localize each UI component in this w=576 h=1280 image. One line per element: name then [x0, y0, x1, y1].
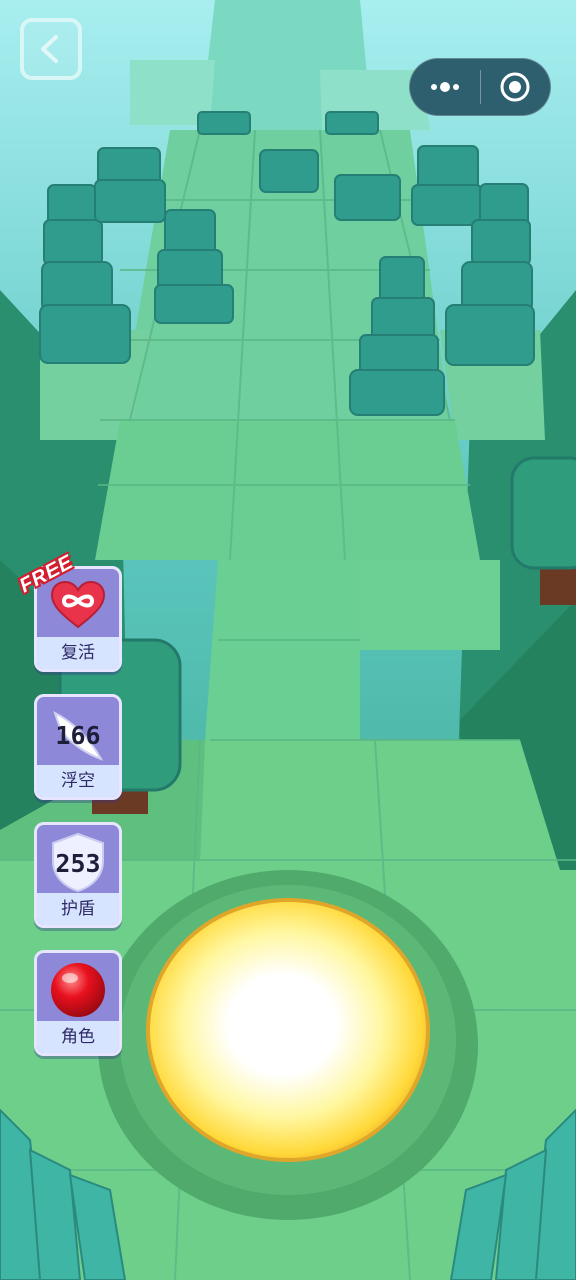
character-label: 角色 — [37, 1021, 119, 1053]
red-ball-icon — [51, 963, 105, 1017]
miniprogram-capsule — [409, 58, 551, 116]
float-label: 浮空 — [37, 765, 119, 797]
character-button[interactable]: 角色 — [34, 950, 122, 1056]
infinity-heart-icon — [50, 581, 106, 629]
character-icon-area — [37, 953, 119, 1027]
back-button[interactable] — [20, 18, 82, 80]
more-dots-icon — [430, 82, 459, 92]
float-powerup-button[interactable]: 166 浮空 — [34, 694, 122, 800]
revive-label: 复活 — [37, 637, 119, 669]
shield-count: 253 — [55, 849, 101, 878]
shield-label: 护盾 — [37, 893, 119, 925]
float-count: 166 — [55, 721, 101, 750]
target-close-icon — [500, 72, 530, 102]
shield-powerup-button[interactable]: 253 护盾 — [34, 822, 122, 928]
chevron-left-icon — [41, 35, 58, 63]
close-miniprogram-button[interactable] — [481, 58, 551, 116]
more-menu-button[interactable] — [410, 58, 480, 116]
